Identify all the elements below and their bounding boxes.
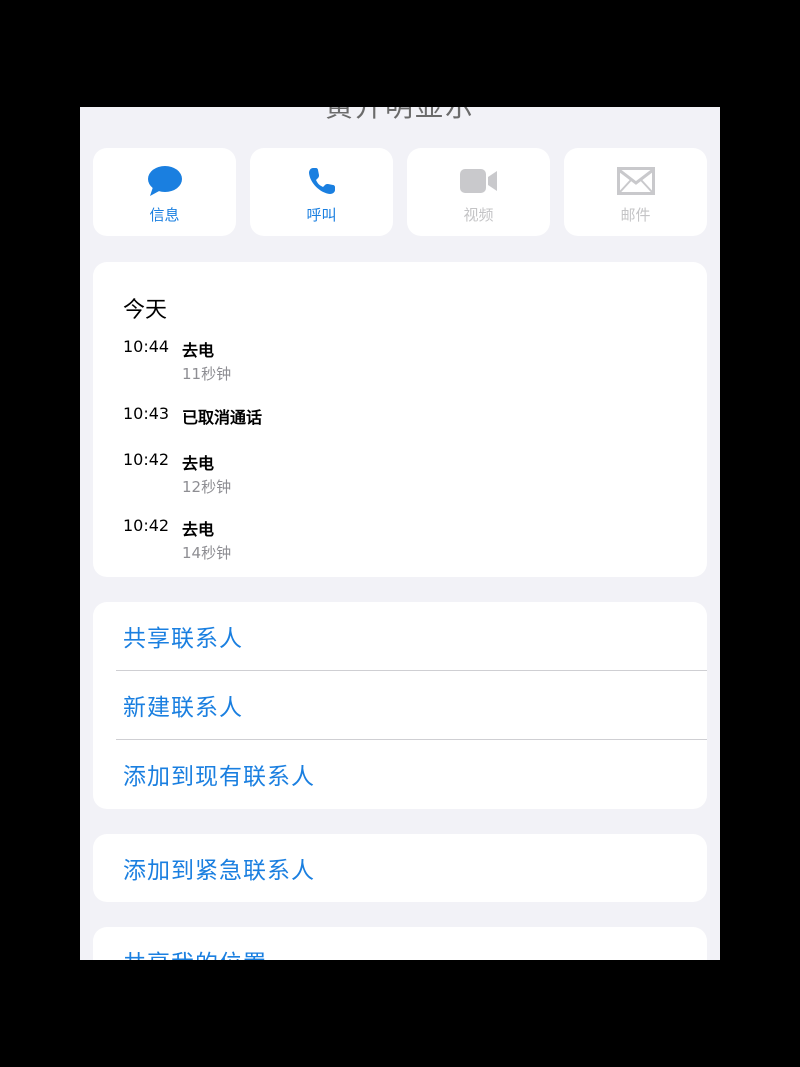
share-location-card: 共享我的位置 bbox=[93, 927, 707, 960]
share-location-label: 共享我的位置 bbox=[123, 944, 267, 960]
call-type: 已取消通话 bbox=[182, 408, 263, 427]
message-bubble-icon bbox=[147, 164, 183, 198]
call-type: 去电 bbox=[182, 454, 215, 473]
phone-icon bbox=[307, 164, 337, 198]
add-emergency-contact-button[interactable]: 添加到紧急联系人 bbox=[93, 834, 707, 902]
share-location-button[interactable]: 共享我的位置 bbox=[93, 927, 707, 960]
quick-actions: 信息 呼叫 视频 邮件 bbox=[93, 148, 707, 236]
call-label: 呼叫 bbox=[306, 206, 337, 224]
mail-label: 邮件 bbox=[620, 206, 651, 224]
video-label: 视频 bbox=[463, 206, 494, 224]
contact-screen: 黄开明显示 信息 呼叫 bbox=[80, 107, 720, 960]
share-contact-label: 共享联系人 bbox=[123, 626, 243, 652]
call-time: 10:44 bbox=[123, 337, 170, 356]
new-contact-button[interactable]: 新建联系人 bbox=[93, 671, 707, 739]
call-time: 10:43 bbox=[123, 404, 170, 423]
share-contact-button[interactable]: 共享联系人 bbox=[93, 602, 707, 670]
add-emergency-label: 添加到紧急联系人 bbox=[123, 858, 315, 884]
envelope-icon bbox=[616, 164, 655, 198]
contact-name-title: 黄开明显示 bbox=[80, 107, 720, 125]
contact-actions-card: 共享联系人 新建联系人 添加到现有联系人 bbox=[93, 602, 707, 809]
call-duration: 12秒钟 bbox=[182, 478, 232, 496]
call-time: 10:42 bbox=[123, 516, 170, 535]
call-button[interactable]: 呼叫 bbox=[250, 148, 393, 236]
new-contact-label: 新建联系人 bbox=[123, 695, 243, 721]
message-label: 信息 bbox=[149, 206, 180, 224]
emergency-card: 添加到紧急联系人 bbox=[93, 834, 707, 902]
add-to-existing-label: 添加到现有联系人 bbox=[123, 764, 315, 790]
recent-calls-card: 今天 10:44 去电 11秒钟 10:43 已取消通话 10:42 去电 12… bbox=[93, 262, 707, 577]
add-to-existing-contact-button[interactable]: 添加到现有联系人 bbox=[93, 740, 707, 808]
recents-heading: 今天 bbox=[123, 298, 168, 323]
video-camera-icon bbox=[459, 164, 499, 198]
mail-button[interactable]: 邮件 bbox=[564, 148, 707, 236]
call-duration: 11秒钟 bbox=[182, 365, 232, 383]
call-type: 去电 bbox=[182, 520, 215, 539]
message-button[interactable]: 信息 bbox=[93, 148, 236, 236]
video-button[interactable]: 视频 bbox=[407, 148, 550, 236]
call-duration: 14秒钟 bbox=[182, 544, 232, 562]
call-type: 去电 bbox=[182, 341, 215, 360]
call-time: 10:42 bbox=[123, 450, 170, 469]
